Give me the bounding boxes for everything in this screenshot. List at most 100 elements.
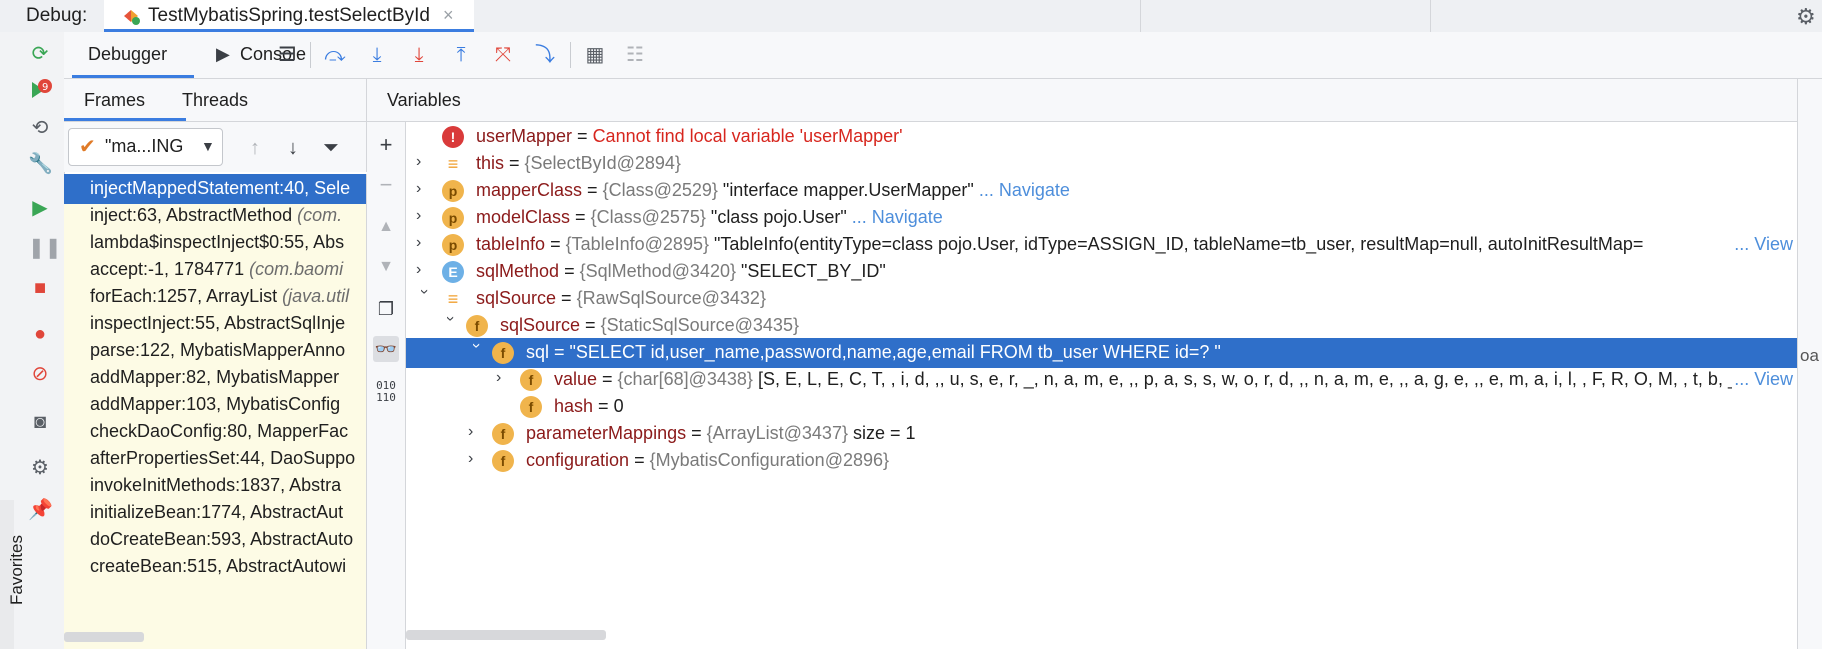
debug-session-tab[interactable]: TestMybatisSpring.testSelectById × [104,0,474,32]
frame-item[interactable]: invokeInitMethods:1837, Abstra [64,471,366,501]
gear-icon[interactable]: ⚙ [28,456,52,480]
resume-icon[interactable]: ▶ [28,196,52,220]
gear-icon[interactable]: ⚙ [1796,4,1816,30]
frame-item[interactable]: createBean:515, AbstractAutowi [64,552,366,582]
filter-icon[interactable]: ⏷ [318,135,344,161]
frame-item[interactable]: afterPropertiesSet:44, DaoSuppo [64,444,366,474]
variable-row[interactable]: › ≡ this = {SelectById@2894} [406,149,1797,179]
field-icon: f [466,315,488,337]
binary-icon[interactable]: 010 110 [373,380,399,406]
arrow-up-icon[interactable]: ↑ [242,135,268,161]
field-icon: f [520,396,542,418]
frames-list: injectMappedStatement:40, Sele inject:63… [64,174,367,649]
variable-row[interactable]: › p mapperClass = {Class@2529} "interfac… [406,176,1797,206]
view-link[interactable]: ... View [1732,369,1793,390]
chevron-right-icon[interactable]: › [416,180,432,198]
field-icon: f [492,342,514,364]
copy-icon[interactable]: ❐ [373,296,399,322]
field-icon: f [492,450,514,472]
add-watch-icon[interactable]: + [373,132,399,158]
frame-item[interactable]: addMapper:82, MybatisMapper [64,363,366,393]
chevron-right-icon[interactable]: › [468,450,484,468]
variable-row[interactable]: f hash = 0 [406,392,1797,422]
settings-wrench-icon[interactable]: 🔧 [28,152,53,176]
camera-icon[interactable]: ◙ [28,410,52,434]
show-execution-point-icon[interactable]: ⤼ [322,42,348,68]
force-step-into-icon[interactable]: ⤓ [406,42,432,68]
frame-item[interactable]: inject:63, AbstractMethod (com. [64,201,366,231]
thread-combo[interactable]: ✔ "ma...ING ▼ [68,128,223,166]
variable-row-selected[interactable]: › f sql = "SELECT id,user_name,password,… [406,338,1797,368]
arrow-down-icon[interactable]: ↓ [280,135,306,161]
chevron-down-icon[interactable]: › [441,316,459,332]
chevron-right-icon[interactable]: › [416,234,432,252]
favorites-label[interactable]: Favorites [7,535,27,605]
frame-item[interactable]: lambda$inspectInject$0:55, Abs [64,228,366,258]
run-to-cursor-icon[interactable]: ⤵ [532,42,558,68]
move-down-icon[interactable]: ▼ [373,254,399,280]
variable-row[interactable]: › E sqlMethod = {SqlMethod@3420} "SELECT… [406,257,1797,287]
rerun-failed-icon[interactable]: 9 [28,78,52,102]
variables-title: Variables [387,90,461,110]
navigate-link[interactable]: ... Navigate [974,180,1070,200]
drop-frame-icon[interactable]: ⤧ [490,42,516,68]
step-over-icon[interactable]: ⤓ [364,42,390,68]
evaluate-expression-icon[interactable]: ▦ [582,42,608,68]
variable-row[interactable]: › f sqlSource = {StaticSqlSource@3435} [406,311,1797,341]
variable-row[interactable]: › p tableInfo = {TableInfo@2895} "TableI… [406,230,1797,260]
frame-item[interactable]: initializeBean:1774, AbstractAut [64,498,366,528]
chevron-right-icon[interactable]: › [468,423,484,441]
chevron-right-icon[interactable]: › [416,153,432,171]
variables-tree: ! userMapper = Cannot find local variabl… [406,122,1797,649]
variable-row[interactable]: ! userMapper = Cannot find local variabl… [406,122,1797,152]
hamburger-menu-icon[interactable]: ☰ [274,42,300,68]
view-breakpoints-icon[interactable]: ● [28,322,52,346]
frame-item[interactable]: doCreateBean:593, AbstractAuto [64,525,366,555]
chevron-right-icon[interactable]: › [496,369,512,387]
frames-horizontal-scrollbar[interactable] [64,632,144,642]
frame-item[interactable]: parse:122, MybatisMapperAnno [64,336,366,366]
variable-row[interactable]: › f parameterMappings = {ArrayList@3437}… [406,419,1797,449]
variable-row[interactable]: › p modelClass = {Class@2575} "class poj… [406,203,1797,233]
frame-item[interactable]: accept:-1, 1784771 (com.baomi [64,255,366,285]
variable-row[interactable]: › ≡ sqlSource = {RawSqlSource@3432} [406,284,1797,314]
parameter-icon: p [442,207,464,229]
remove-watch-icon[interactable]: − [373,172,399,198]
session-title: TestMybatisSpring.testSelectById [148,5,430,26]
trace-current-stream-icon[interactable]: ☷ [622,42,648,68]
pause-icon[interactable]: ❚❚ [28,236,62,260]
move-up-icon[interactable]: ▲ [373,214,399,240]
stop-icon[interactable]: ■ [28,276,52,300]
glasses-icon[interactable]: 👓 [373,336,399,362]
frame-item[interactable]: checkDaoConfig:80, MapperFac [64,417,366,447]
chevron-right-icon[interactable]: › [416,207,432,225]
frame-item[interactable]: injectMappedStatement:40, Sele [64,174,366,204]
variables-horizontal-scrollbar[interactable] [406,630,606,640]
enum-icon: E [442,261,464,283]
debug-label: Debug: [26,5,88,26]
chevron-right-icon[interactable]: › [416,261,432,279]
tab-threads[interactable]: Threads [182,90,248,111]
variable-row[interactable]: › f value = {char[68]@3438} [S, E, L, E,… [406,365,1797,395]
thread-combo-value: "ma...ING [105,136,184,156]
chevron-down-icon[interactable]: › [467,343,485,359]
parameter-icon: p [442,234,464,256]
tab-frames-label: Frames [84,90,146,110]
step-out-icon[interactable]: ⤒ [448,42,474,68]
navigate-link[interactable]: ... Navigate [847,207,943,227]
frame-item[interactable]: forEach:1257, ArrayList (java.util [64,282,366,312]
chevron-down-icon[interactable]: › [415,289,433,305]
variable-row[interactable]: › f configuration = {MybatisConfiguratio… [406,446,1797,476]
field-icon: f [520,369,542,391]
mute-breakpoints-icon[interactable]: ⊘ [28,362,52,386]
pin-icon[interactable]: 📌 [28,498,53,522]
restore-layout-icon[interactable]: ⟲ [28,116,52,140]
view-link[interactable]: ... View [1732,234,1793,255]
rerun-icon[interactable]: ⟳ [28,42,52,66]
tab-frames[interactable]: Frames [64,79,186,121]
frame-item[interactable]: inspectInject:55, AbstractSqlInje [64,309,366,339]
close-icon[interactable]: × [443,5,454,26]
frame-item[interactable]: addMapper:103, MybatisConfig [64,390,366,420]
tab-debugger[interactable]: Debugger [72,32,194,78]
svg-text:9: 9 [42,82,48,93]
